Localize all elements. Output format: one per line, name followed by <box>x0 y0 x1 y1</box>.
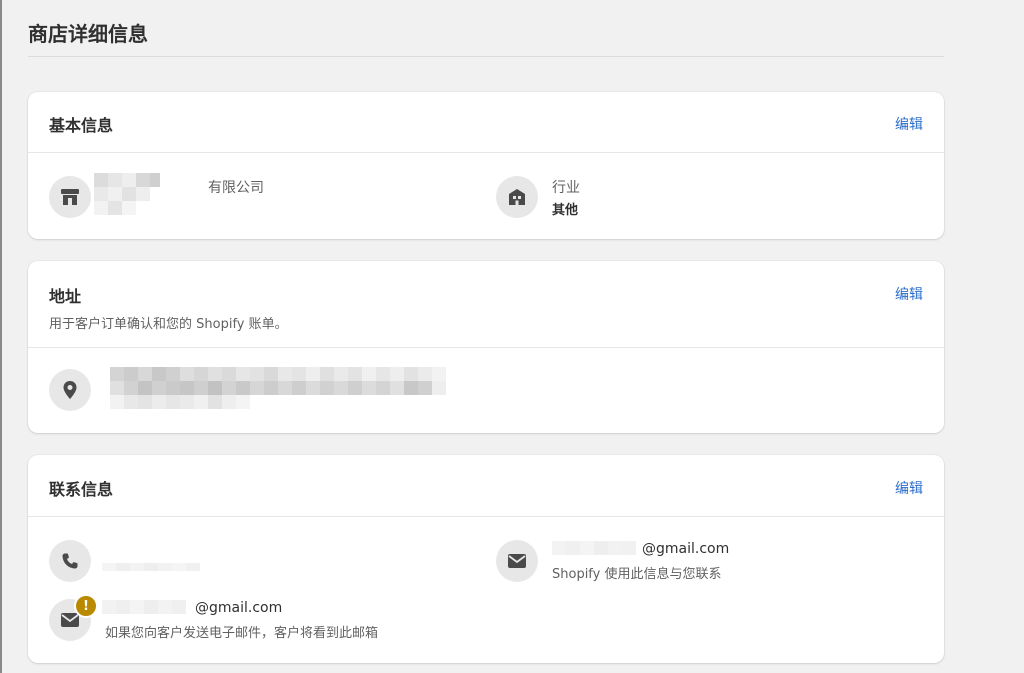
address-subtitle: 用于客户订单确认和您的 Shopify 账单。 <box>49 317 288 332</box>
title-divider <box>28 56 944 57</box>
sender-email-note: 如果您向客户发送电子邮件，客户将看到此邮箱 <box>105 626 379 641</box>
contact-info-title: 联系信息 <box>49 480 114 499</box>
company-name-suffix: 有限公司 <box>208 180 264 196</box>
location-pin-icon <box>49 369 91 411</box>
basic-info-edit-button[interactable]: 编辑 <box>895 114 923 134</box>
window-edge <box>0 0 2 673</box>
address-edit-button[interactable]: 编辑 <box>895 284 923 304</box>
contact-info-edit-button[interactable]: 编辑 <box>895 478 923 498</box>
contact-info-header: 联系信息 编辑 <box>28 455 944 517</box>
phone-icon <box>49 540 91 582</box>
phone-number-redacted <box>102 563 200 571</box>
address-redacted <box>110 367 446 409</box>
sender-email-suffix: @gmail.com <box>195 600 283 616</box>
email-icon <box>496 540 538 582</box>
store-email-suffix: @gmail.com <box>642 541 730 557</box>
page-title: 商店详细信息 <box>28 22 148 46</box>
industry-label: 行业 <box>552 180 580 196</box>
store-icon <box>49 176 91 218</box>
address-title: 地址 <box>49 287 82 306</box>
building-icon <box>496 176 538 218</box>
warning-badge-icon: ! <box>74 594 98 618</box>
address-card: 地址 用于客户订单确认和您的 Shopify 账单。 编辑 <box>28 261 944 433</box>
store-email-redacted <box>552 541 636 555</box>
basic-info-card: 基本信息 编辑 有限公司 行业 其他 <box>28 92 944 239</box>
sender-email-redacted <box>102 600 186 614</box>
contact-info-card: 联系信息 编辑 @gmail.com Shopify 使用此信息与您联系 ! @… <box>28 455 944 663</box>
address-header: 地址 用于客户订单确认和您的 Shopify 账单。 编辑 <box>28 261 944 348</box>
basic-info-header: 基本信息 编辑 <box>28 92 944 153</box>
basic-info-title: 基本信息 <box>49 116 114 135</box>
industry-value: 其他 <box>552 203 579 218</box>
store-email-note: Shopify 使用此信息与您联系 <box>552 567 722 582</box>
company-name-redacted <box>94 173 160 215</box>
